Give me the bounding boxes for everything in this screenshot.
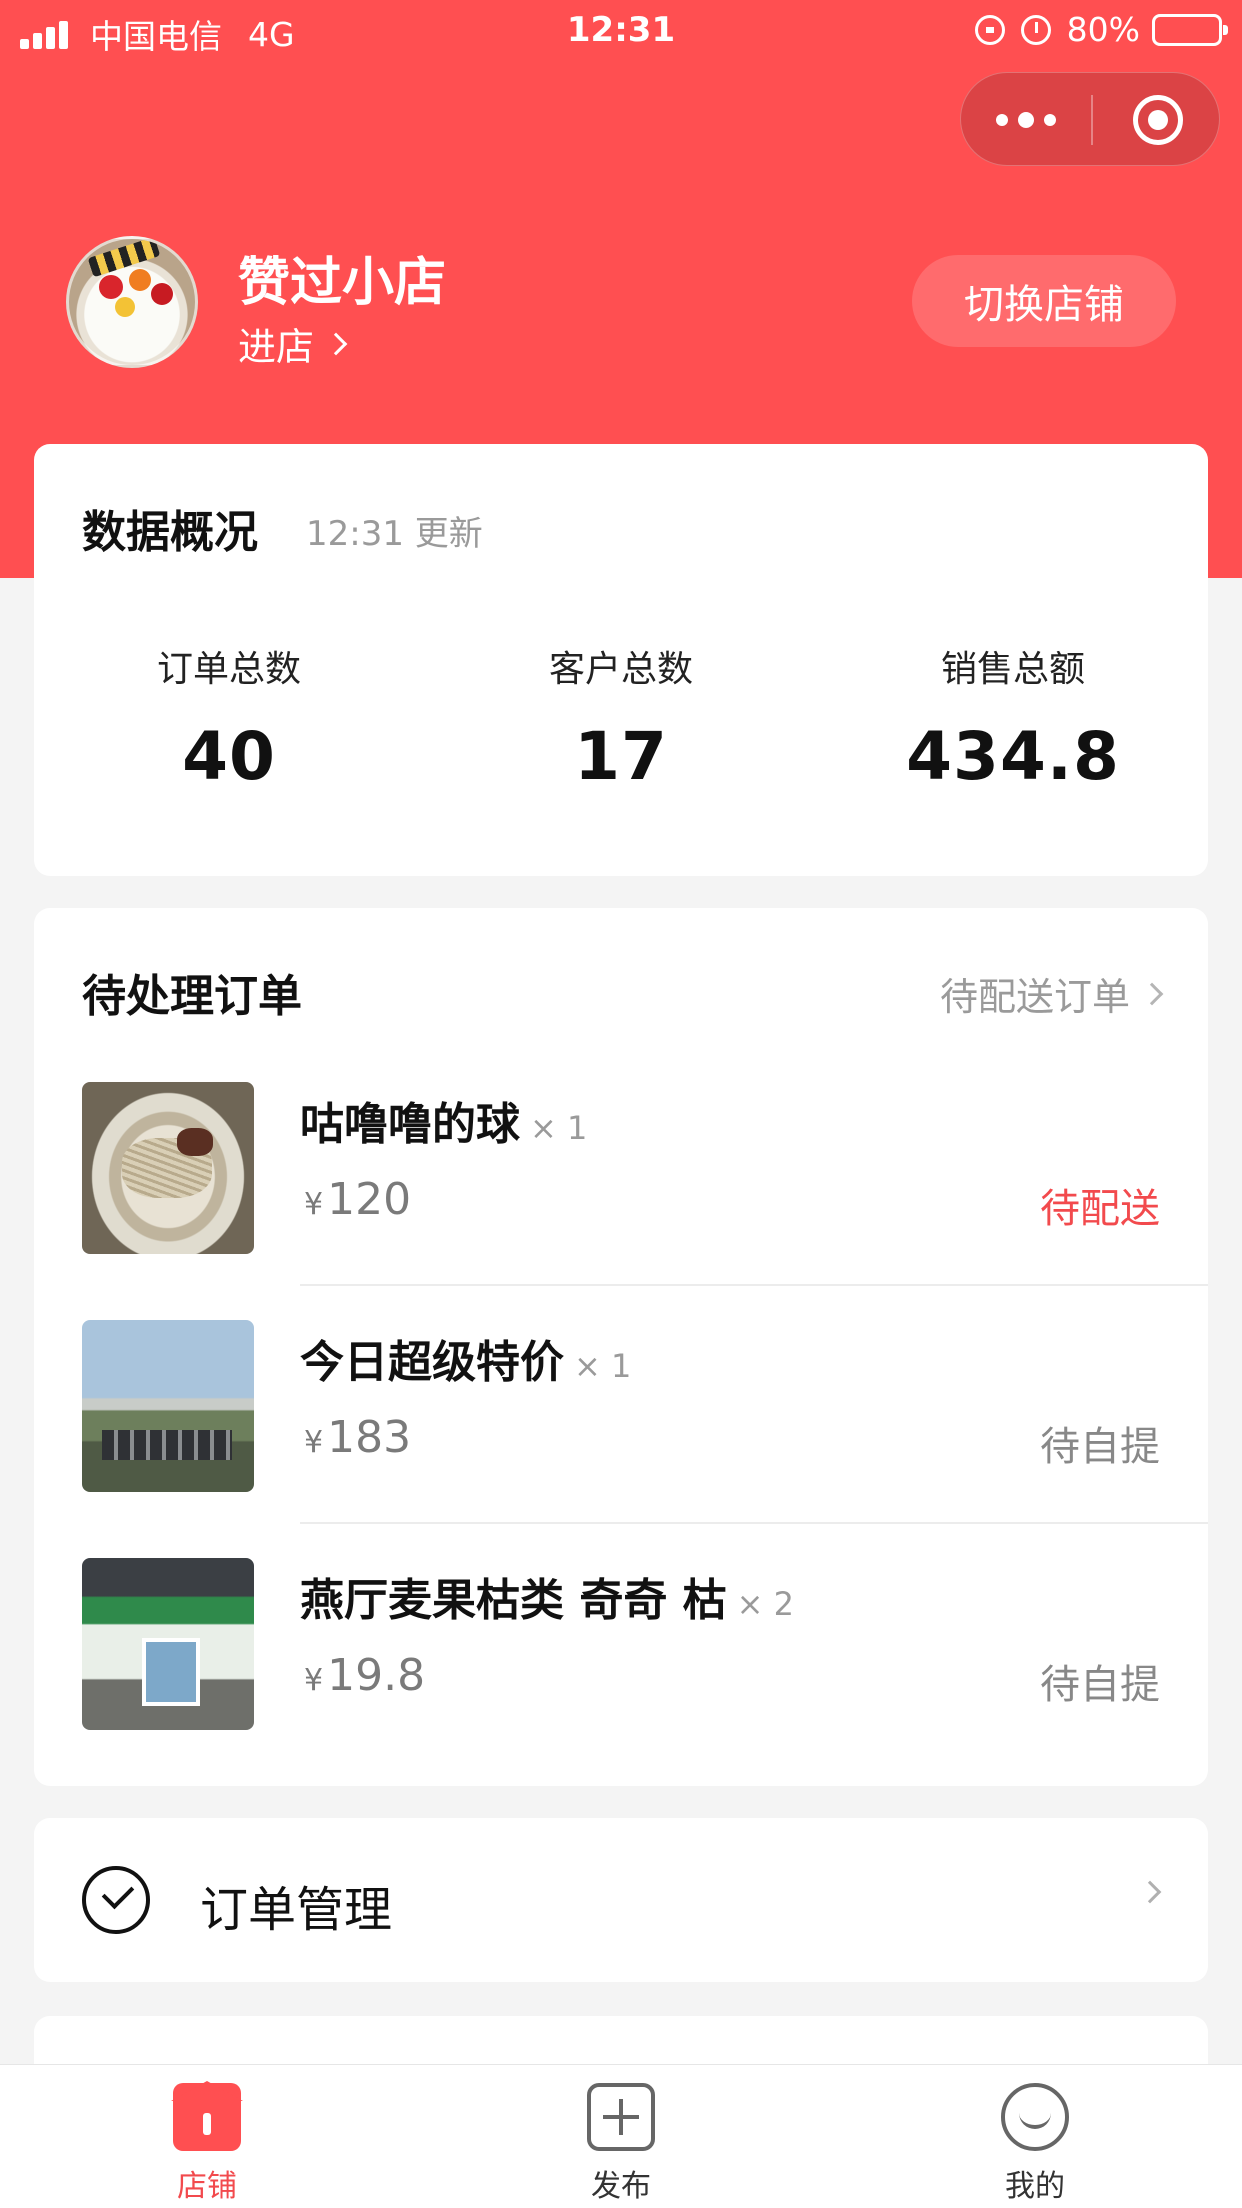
tab-label: 店铺 (177, 2169, 237, 2204)
order-price: ¥120 (304, 1174, 412, 1225)
tab-label: 我的 (1005, 2169, 1065, 2204)
data-overview-card: 数据概况 12:31 更新 订单总数 40 客户总数 17 销售总额 434.8 (34, 444, 1208, 876)
chevron-right-icon (1138, 1880, 1162, 1904)
pending-delivery-link[interactable]: 待配送订单 (939, 966, 1164, 1021)
order-price: ¥183 (304, 1412, 412, 1463)
bottom-tab-bar: 店铺 发布 我的 (0, 2064, 1242, 2208)
stat-label: 订单总数 (156, 649, 301, 690)
order-name: 燕厅麦果枯类 奇奇 枯 × 2 (300, 1575, 794, 1626)
alarm-icon (1020, 14, 1051, 45)
order-management-label: 订单管理 (200, 1882, 393, 1938)
order-management-row[interactable]: 订单管理 (34, 1818, 1208, 1982)
capsule-divider (1091, 95, 1093, 145)
order-name: 今日超级特价 × 1 (300, 1337, 632, 1388)
check-circle-icon (82, 1866, 150, 1934)
order-item[interactable]: 燕厅麦果枯类 奇奇 枯 × 2 ¥19.8 待自提 (34, 1524, 1208, 1762)
order-thumbnail (82, 1320, 254, 1492)
stat-value: 434.8 (906, 718, 1120, 795)
stat-total-orders[interactable]: 订单总数 40 (34, 640, 424, 795)
chevron-right-icon (1140, 982, 1164, 1005)
stat-value: 40 (182, 718, 276, 795)
enter-shop-link[interactable]: 进店 (238, 316, 348, 371)
pending-orders-card: 待处理订单 待配送订单 咕噜噜的球 × 1 ¥120 待配送 今日超级特价 × 1 … (34, 908, 1208, 1786)
miniprogram-capsule (960, 72, 1220, 166)
order-thumbnail (82, 1082, 254, 1254)
order-quantity: × 2 (736, 1585, 794, 1623)
battery-percent: 80% (1066, 10, 1140, 49)
stat-label: 销售总额 (940, 649, 1085, 690)
shop-name: 赞过小店 (238, 253, 447, 313)
pending-delivery-label: 待配送订单 (939, 975, 1130, 1019)
battery-icon (1152, 13, 1228, 46)
order-quantity: × 1 (574, 1347, 632, 1385)
order-price: ¥19.8 (304, 1650, 426, 1701)
status-bar: 中国电信 4G 12:31 80% (0, 0, 1242, 64)
stat-value: 17 (574, 718, 668, 795)
more-options-icon[interactable] (961, 73, 1091, 167)
stat-total-sales[interactable]: 销售总额 434.8 (818, 640, 1208, 795)
pending-orders-title: 待处理订单 (82, 971, 302, 1022)
orientation-lock-icon (974, 14, 1005, 45)
shop-avatar[interactable] (66, 236, 198, 368)
order-item[interactable]: 今日超级特价 × 1 ¥183 待自提 (34, 1286, 1208, 1524)
tab-store[interactable]: 店铺 (0, 2065, 414, 2208)
order-name: 咕噜噜的球 × 1 (300, 1099, 588, 1150)
order-quantity: × 1 (530, 1109, 588, 1147)
order-item[interactable]: 咕噜噜的球 × 1 ¥120 待配送 (34, 1048, 1208, 1286)
overview-title: 数据概况 (82, 507, 258, 558)
stat-total-customers[interactable]: 客户总数 17 (426, 640, 816, 795)
store-icon (171, 2081, 243, 2151)
close-miniprogram-icon[interactable] (1133, 95, 1183, 145)
smile-face-icon (1001, 2083, 1069, 2151)
tab-mine[interactable]: 我的 (828, 2065, 1242, 2208)
order-thumbnail (82, 1558, 254, 1730)
switch-shop-button[interactable]: 切换店铺 (912, 255, 1176, 347)
shop-dashboard-page: 中国电信 4G 12:31 80% 赞过小店 进店 切换店铺 数据概况 12:3… (0, 0, 1242, 2208)
order-status: 待配送 (1040, 1186, 1160, 1232)
overview-updated-time: 12:31 更新 (306, 514, 483, 554)
order-status: 待自提 (1040, 1424, 1160, 1470)
enter-shop-label: 进店 (238, 325, 315, 369)
order-status: 待自提 (1040, 1662, 1160, 1708)
add-box-icon (587, 2083, 655, 2151)
chevron-right-icon (324, 332, 348, 355)
tab-publish[interactable]: 发布 (414, 2065, 828, 2208)
stat-label: 客户总数 (548, 649, 693, 690)
tab-label: 发布 (591, 2169, 651, 2204)
status-bar-right: 80% (974, 10, 1228, 49)
